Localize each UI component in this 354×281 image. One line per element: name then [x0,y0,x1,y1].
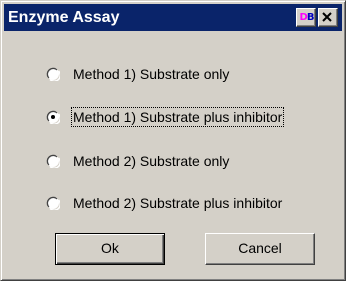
close-icon [322,12,332,22]
radio-option-method2-substrate-plus-inhibitor[interactable]: Method 2) Substrate plus inhibitor [46,193,336,215]
radio-option-method2-substrate-only[interactable]: Method 2) Substrate only [46,151,336,173]
ok-button[interactable]: Ok [55,233,165,265]
radio-button[interactable] [46,196,60,210]
radio-label: Method 2) Substrate plus inhibitor [73,195,283,211]
radio-label: Method 1) Substrate plus inhibitor [71,107,285,127]
radio-option-method1-substrate-only[interactable]: Method 1) Substrate only [46,64,336,86]
cancel-button[interactable]: Cancel [205,233,315,265]
radio-button[interactable] [46,154,60,168]
close-button[interactable] [318,8,338,27]
radio-option-method1-substrate-plus-inhibitor[interactable]: Method 1) Substrate plus inhibitor [46,107,336,129]
enzyme-assay-dialog: Enzyme Assay DB Method 1) Substrate only [0,0,346,281]
db-button[interactable]: DB [296,8,316,27]
radio-button[interactable] [46,110,60,124]
radio-label: Method 2) Substrate only [73,153,230,169]
db-icon: DB [299,12,315,23]
radio-label: Method 1) Substrate only [73,66,230,82]
dialog-title: Enzyme Assay [8,9,120,26]
radio-button[interactable] [46,67,60,81]
title-bar[interactable]: Enzyme Assay DB [4,4,342,31]
